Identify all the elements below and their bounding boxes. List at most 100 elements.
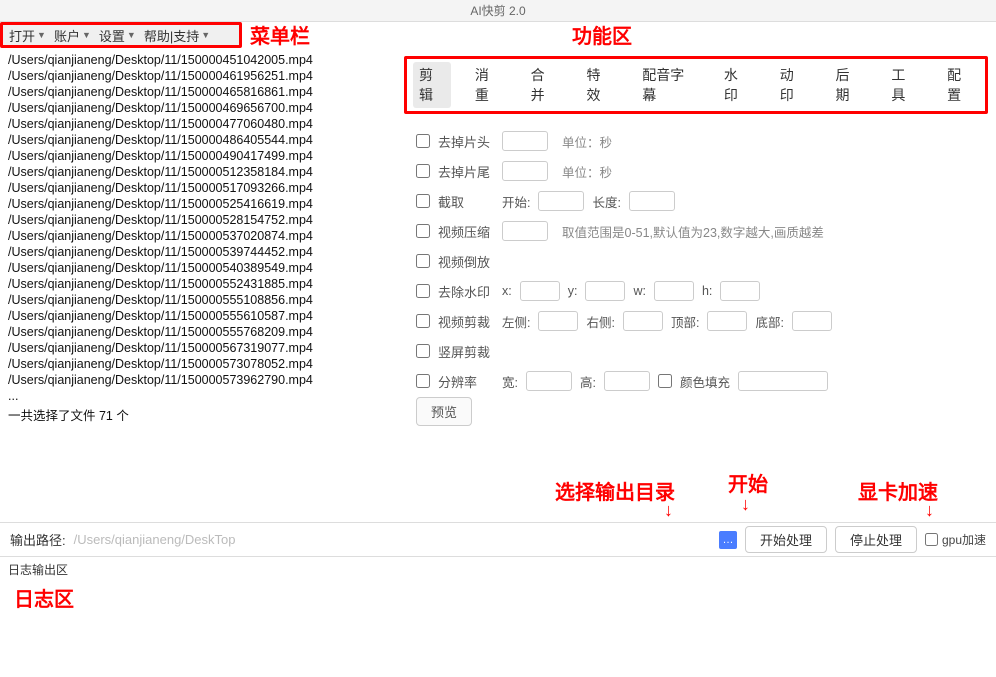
input-x[interactable] bbox=[520, 281, 560, 301]
menu-settings[interactable]: 设置 ▼ bbox=[95, 26, 140, 45]
chevron-down-icon: ▼ bbox=[37, 30, 46, 40]
input-reso-h[interactable] bbox=[604, 371, 650, 391]
tab-合并[interactable]: 合并 bbox=[525, 62, 563, 108]
opt-reverse: 视频倒放 bbox=[416, 246, 988, 276]
gpu-accel-check[interactable]: gpu加速 bbox=[925, 531, 986, 548]
input-right[interactable] bbox=[623, 311, 663, 331]
file-row[interactable]: /Users/qianjianeng/Desktop/11/1500004510… bbox=[8, 52, 384, 68]
file-row[interactable]: /Users/qianjianeng/Desktop/11/1500005254… bbox=[8, 196, 384, 212]
opt-compress: 视频压缩 取值范围是0-51,默认值为23,数字越大,画质越差 bbox=[416, 216, 988, 246]
tab-配置[interactable]: 配置 bbox=[941, 62, 979, 108]
chevron-down-icon: ▼ bbox=[82, 30, 91, 40]
log-header: 日志输出区 bbox=[8, 561, 988, 578]
file-row[interactable]: /Users/qianjianeng/Desktop/11/1500004658… bbox=[8, 84, 384, 100]
label-cut-head: 去掉片头 bbox=[438, 132, 494, 151]
label-crop: 视频剪裁 bbox=[438, 312, 494, 331]
input-cut-head[interactable] bbox=[502, 131, 548, 151]
checkbox-reverse[interactable] bbox=[416, 254, 430, 268]
file-row[interactable]: /Users/qianjianeng/Desktop/11/1500004696… bbox=[8, 100, 384, 116]
annotation-start: 开始 bbox=[728, 468, 768, 497]
file-row[interactable]: /Users/qianjianeng/Desktop/11/1500005370… bbox=[8, 228, 384, 244]
checkbox-cut-tail[interactable] bbox=[416, 164, 430, 178]
file-row[interactable]: /Users/qianjianeng/Desktop/11/1500005739… bbox=[8, 372, 384, 388]
input-bottom[interactable] bbox=[792, 311, 832, 331]
file-row[interactable]: /Users/qianjianeng/Desktop/11/1500005403… bbox=[8, 260, 384, 276]
label-rmwm: 去除水印 bbox=[438, 282, 494, 301]
label-reverse: 视频倒放 bbox=[438, 252, 494, 271]
input-cut-tail[interactable] bbox=[502, 161, 548, 181]
tab-后期[interactable]: 后期 bbox=[830, 62, 868, 108]
file-row[interactable]: /Users/qianjianeng/Desktop/11/1500005557… bbox=[8, 324, 384, 340]
label-resolution: 分辨率 bbox=[438, 372, 494, 391]
file-row[interactable]: /Users/qianjianeng/Desktop/11/1500005397… bbox=[8, 244, 384, 260]
file-ellipsis: ... bbox=[8, 388, 384, 404]
preview-button[interactable]: 预览 bbox=[416, 397, 472, 426]
input-compress[interactable] bbox=[502, 221, 548, 241]
opt-crop: 视频剪裁 左侧: 右侧: 顶部: 底部: bbox=[416, 306, 988, 336]
file-row[interactable]: /Users/qianjianeng/Desktop/11/1500005123… bbox=[8, 164, 384, 180]
label-y: y: bbox=[568, 284, 578, 298]
tab-消重[interactable]: 消重 bbox=[469, 62, 507, 108]
file-summary: 一共选择了文件 71 个 bbox=[8, 408, 384, 424]
choose-output-dir-button[interactable]: … bbox=[719, 531, 737, 549]
tab-水印[interactable]: 水印 bbox=[718, 62, 756, 108]
checkbox-resolution[interactable] bbox=[416, 374, 430, 388]
label-compress: 视频压缩 bbox=[438, 222, 494, 241]
input-h[interactable] bbox=[720, 281, 760, 301]
checkbox-extract[interactable] bbox=[416, 194, 430, 208]
chevron-down-icon: ▼ bbox=[127, 30, 136, 40]
input-w[interactable] bbox=[654, 281, 694, 301]
file-row[interactable]: /Users/qianjianeng/Desktop/11/1500004864… bbox=[8, 132, 384, 148]
label-top: 顶部: bbox=[671, 312, 699, 331]
menu-open[interactable]: 打开 ▼ bbox=[5, 26, 50, 45]
checkbox-rmwm[interactable] bbox=[416, 284, 430, 298]
tab-工具[interactable]: 工具 bbox=[885, 62, 923, 108]
chevron-down-icon: ▼ bbox=[201, 30, 210, 40]
checkbox-fill[interactable] bbox=[658, 374, 672, 388]
output-path-label: 输出路径: bbox=[10, 530, 66, 549]
file-row[interactable]: /Users/qianjianeng/Desktop/11/1500005556… bbox=[8, 308, 384, 324]
opt-cut-tail: 去掉片尾 单位：秒 bbox=[416, 156, 988, 186]
input-left[interactable] bbox=[538, 311, 578, 331]
annotation-menubar: 菜单栏 bbox=[250, 20, 310, 49]
checkbox-compress[interactable] bbox=[416, 224, 430, 238]
label-reso-h: 高: bbox=[580, 372, 596, 391]
input-extract-start[interactable] bbox=[538, 191, 584, 211]
input-fill-color[interactable] bbox=[738, 371, 828, 391]
label-vertical: 竖屏剪裁 bbox=[438, 342, 494, 361]
checkbox-cut-head[interactable] bbox=[416, 134, 430, 148]
input-extract-length[interactable] bbox=[629, 191, 675, 211]
tab-特效[interactable]: 特效 bbox=[580, 62, 618, 108]
opt-remove-watermark: 去除水印 x: y: w: h: bbox=[416, 276, 988, 306]
checkbox-gpu[interactable] bbox=[925, 533, 938, 546]
file-row[interactable]: /Users/qianjianeng/Desktop/11/1500005730… bbox=[8, 356, 384, 372]
arrow-icon: ↓ bbox=[664, 500, 673, 521]
file-row[interactable]: /Users/qianjianeng/Desktop/11/1500005281… bbox=[8, 212, 384, 228]
file-row[interactable]: /Users/qianjianeng/Desktop/11/1500005551… bbox=[8, 292, 384, 308]
tab-动印[interactable]: 动印 bbox=[774, 62, 812, 108]
checkbox-crop[interactable] bbox=[416, 314, 430, 328]
checkbox-vertical[interactable] bbox=[416, 344, 430, 358]
file-row[interactable]: /Users/qianjianeng/Desktop/11/1500005170… bbox=[8, 180, 384, 196]
file-row[interactable]: /Users/qianjianeng/Desktop/11/1500004619… bbox=[8, 68, 384, 84]
file-list[interactable]: /Users/qianjianeng/Desktop/11/1500004510… bbox=[0, 48, 392, 522]
menu-help[interactable]: 帮助|支持 ▼ bbox=[140, 26, 214, 45]
input-y[interactable] bbox=[585, 281, 625, 301]
start-processing-button[interactable]: 开始处理 bbox=[745, 526, 827, 553]
file-row[interactable]: /Users/qianjianeng/Desktop/11/1500004904… bbox=[8, 148, 384, 164]
arrow-icon: ↓ bbox=[925, 500, 934, 521]
file-row[interactable]: /Users/qianjianeng/Desktop/11/1500005673… bbox=[8, 340, 384, 356]
log-area: 日志输出区 日志区 bbox=[0, 556, 996, 676]
input-reso-w[interactable] bbox=[526, 371, 572, 391]
tab-剪辑[interactable]: 剪辑 bbox=[413, 62, 451, 108]
menu-account-label: 账户 bbox=[54, 26, 80, 45]
file-row[interactable]: /Users/qianjianeng/Desktop/11/1500004770… bbox=[8, 116, 384, 132]
window-title: AI快剪 2.0 bbox=[470, 4, 525, 18]
tab-配音字幕[interactable]: 配音字幕 bbox=[636, 62, 700, 108]
file-row[interactable]: /Users/qianjianeng/Desktop/11/1500005524… bbox=[8, 276, 384, 292]
input-top[interactable] bbox=[707, 311, 747, 331]
label-reso-w: 宽: bbox=[502, 372, 518, 391]
opt-vertical: 竖屏剪裁 bbox=[416, 336, 988, 366]
stop-processing-button[interactable]: 停止处理 bbox=[835, 526, 917, 553]
menu-account[interactable]: 账户 ▼ bbox=[50, 26, 95, 45]
